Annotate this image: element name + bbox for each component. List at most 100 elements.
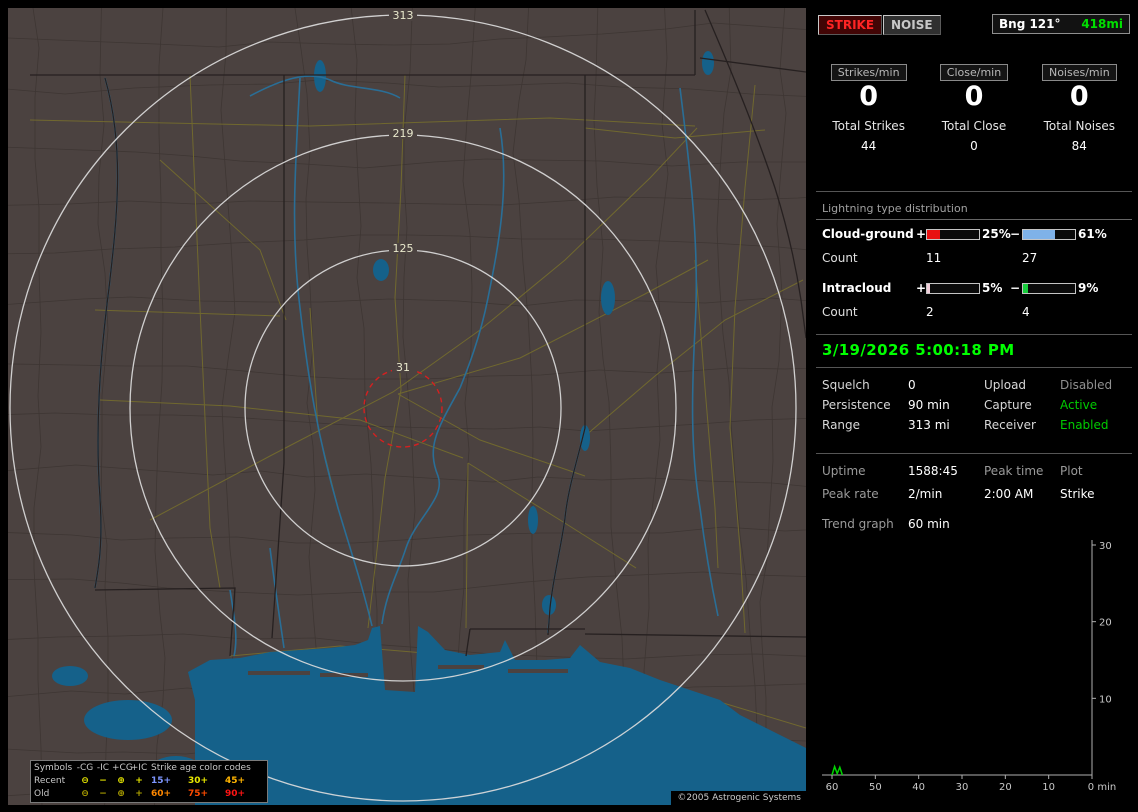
age-45: 45+	[225, 776, 246, 786]
svg-text:20: 20	[1099, 618, 1112, 629]
receiver-status: Enabled	[1060, 418, 1109, 432]
age-75: 75+	[188, 789, 209, 799]
pos-ic-symbol-icon: +	[135, 776, 143, 786]
close-per-min-column: Close/min 0 Total Close 0	[921, 61, 1026, 153]
range-value: 313 mi	[908, 418, 950, 432]
trend-graph-label: Trend graph	[822, 517, 894, 531]
legend-recent-label: Recent	[34, 776, 66, 786]
strikes-per-min-column: Strikes/min 0 Total Strikes 44	[816, 61, 921, 153]
upload-status: Disabled	[1060, 378, 1113, 392]
total-noises-value: 84	[1071, 139, 1087, 153]
cg-negative-bar	[1022, 229, 1076, 240]
peak-rate-row: Peak rate 2/min 2:00 AM Strike	[816, 487, 1132, 503]
pos-cg-symbol-old-icon: ⊕	[117, 789, 125, 799]
cg-positive-bar	[926, 229, 980, 240]
bearing-display: Bng 121° 418mi	[992, 14, 1130, 34]
legend-recent-row: Recent ⊖ − ⊕ + 15+ 30+ 45+	[34, 775, 264, 788]
age-30: 30+	[188, 776, 209, 786]
intracloud-label: Intracloud	[822, 281, 892, 295]
ic-positive-pct: 5%	[982, 281, 1003, 295]
plot-value: Strike	[1060, 487, 1095, 501]
svg-text:10: 10	[1099, 694, 1112, 705]
trend-chart: 10 20 30 60 50 40 30 20 10 0 min	[822, 540, 1116, 793]
svg-text:40: 40	[912, 782, 925, 793]
neg-cg-symbol-icon: ⊖	[81, 776, 89, 786]
cg-positive-bar-fill	[927, 230, 940, 239]
svg-text:0 min: 0 min	[1088, 782, 1116, 793]
legend-symbols-header: Symbols	[34, 763, 73, 773]
noises-per-min-label: Noises/min	[1041, 64, 1117, 81]
persistence-value: 90 min	[908, 398, 950, 412]
rate-section: Strikes/min 0 Total Strikes 44 Close/min…	[816, 61, 1132, 153]
legend-col-pos-cg: +CG	[112, 763, 133, 773]
ic-negative-pct: 9%	[1078, 281, 1099, 295]
trend-window-value: 60 min	[908, 517, 950, 531]
peak-rate-label: Peak rate	[822, 487, 879, 501]
cloud-ground-label: Cloud-ground	[822, 227, 914, 241]
noises-per-min-value: 0	[1069, 81, 1089, 112]
pos-cg-symbol-icon: ⊕	[117, 776, 125, 786]
copyright-label: ©2005 Astrogenic Systems	[671, 791, 806, 805]
noises-per-min-column: Noises/min 0 Total Noises 84	[1027, 61, 1132, 153]
receiver-label: Receiver	[984, 418, 1036, 432]
squelch-label: Squelch	[822, 378, 870, 392]
capture-status: Active	[1060, 398, 1098, 412]
ic-positive-bar-fill	[927, 284, 930, 293]
ring-label-219: 219	[393, 127, 414, 140]
storm-map[interactable]: 313 219 125 31	[8, 8, 806, 805]
legend-old-row: Old ⊖ − ⊕ + 60+ 75+ 90+	[34, 788, 264, 801]
minus-sign: −	[1010, 227, 1021, 241]
plot-label: Plot	[1060, 464, 1083, 478]
close-per-min-value: 0	[964, 81, 984, 112]
strike-button[interactable]: STRIKE	[818, 15, 883, 35]
squelch-value: 0	[908, 378, 916, 392]
strikes-per-min-value: 0	[859, 81, 879, 112]
range-label: Range	[822, 418, 861, 432]
svg-text:10: 10	[1042, 782, 1055, 793]
total-strikes-label: Total Strikes	[832, 119, 905, 133]
svg-text:50: 50	[869, 782, 882, 793]
plus-sign: +	[916, 227, 927, 241]
ic-positive-count: 2	[926, 305, 934, 319]
count-label: Count	[822, 251, 858, 265]
legend-header-row: Symbols -CG -IC +CG +IC Strike age color…	[34, 762, 264, 775]
neg-ic-symbol-old-icon: −	[99, 789, 107, 799]
persistence-label: Persistence	[822, 398, 891, 412]
noise-button[interactable]: NOISE	[883, 15, 941, 35]
svg-text:30: 30	[956, 782, 969, 793]
sidebar-panel: STRIKE NOISE Bng 121° 418mi Strikes/min …	[816, 8, 1132, 805]
ring-label-31: 31	[396, 361, 410, 374]
age-codes-header: Strike age color codes	[151, 763, 251, 773]
ic-positive-bar	[926, 283, 980, 294]
uptime-row: Uptime 1588:45 Peak time Plot	[816, 464, 1132, 480]
total-close-value: 0	[970, 139, 978, 153]
app-window: 313 219 125 31 Symbols -CG -IC +CG +IC S…	[0, 0, 1138, 812]
map-panel[interactable]: 313 219 125 31 Symbols -CG -IC +CG +IC S…	[8, 8, 806, 805]
pos-ic-symbol-old-icon: +	[135, 789, 143, 799]
total-strikes-value: 44	[861, 139, 877, 153]
uptime-value: 1588:45	[908, 464, 958, 478]
legend-old-label: Old	[34, 789, 50, 799]
count-label: Count	[822, 305, 858, 319]
bearing-value: Bng 121°	[999, 17, 1061, 31]
peak-rate-value: 2/min	[908, 487, 943, 501]
legend-col-neg-ic: -IC	[96, 763, 110, 773]
cg-positive-count: 11	[926, 251, 942, 265]
cg-negative-bar-fill	[1023, 230, 1055, 239]
map-legend: Symbols -CG -IC +CG +IC Strike age color…	[30, 760, 268, 803]
age-90: 90+	[225, 789, 246, 799]
total-close-label: Total Close	[941, 119, 1007, 133]
range-row: Range 313 mi Receiver Enabled	[816, 418, 1132, 434]
cg-positive-pct: 25%	[982, 227, 1011, 241]
capture-label: Capture	[984, 398, 1032, 412]
svg-text:30: 30	[1099, 541, 1112, 552]
ic-negative-bar-fill	[1023, 284, 1028, 293]
squelch-row: Squelch 0 Upload Disabled	[816, 378, 1132, 394]
svg-text:60: 60	[826, 782, 839, 793]
svg-text:20: 20	[999, 782, 1012, 793]
total-noises-label: Total Noises	[1043, 119, 1116, 133]
ic-negative-bar	[1022, 283, 1076, 294]
plus-sign: +	[916, 281, 927, 295]
intracloud-row: Intracloud + 5% − 9%	[816, 281, 1132, 296]
neg-cg-symbol-old-icon: ⊖	[81, 789, 89, 799]
